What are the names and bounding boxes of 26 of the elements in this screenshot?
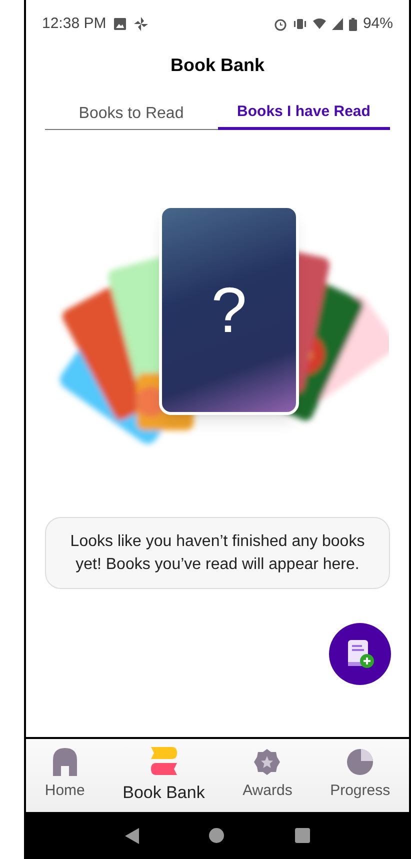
alarm-icon xyxy=(274,18,287,30)
tab[interactable]: Books I have Read xyxy=(218,90,390,130)
home-circle-icon[interactable] xyxy=(209,828,224,843)
back-icon[interactable] xyxy=(125,828,140,844)
vibrate-icon xyxy=(292,18,307,30)
home-icon xyxy=(52,748,77,776)
pinwheel-icon xyxy=(134,17,148,31)
page-title: Book Bank xyxy=(170,54,265,76)
nav-item[interactable]: Home xyxy=(44,748,85,803)
battery-percentage: 94% xyxy=(362,14,393,34)
status-time: 12:38 PM xyxy=(42,14,106,34)
tab[interactable]: Books to Read xyxy=(45,90,218,130)
recents-icon[interactable] xyxy=(294,828,310,843)
battery-icon xyxy=(348,18,357,30)
question-mark: ? xyxy=(211,278,247,342)
signal-icon xyxy=(332,18,343,30)
nav-item[interactable]: Awards xyxy=(242,748,292,803)
nav-item[interactable]: Progress xyxy=(330,748,390,803)
books-icon xyxy=(150,746,178,776)
empty-message: Looks like you haven’t finished any books yet! Books you’ve read will appear here. xyxy=(69,532,366,575)
award-badge-icon xyxy=(253,748,282,776)
add-book-icon xyxy=(346,639,374,669)
pie-chart-icon xyxy=(346,748,374,776)
image-icon xyxy=(114,18,126,30)
nav-item[interactable]: Book Bank xyxy=(122,746,205,806)
wifi-icon xyxy=(312,18,326,30)
